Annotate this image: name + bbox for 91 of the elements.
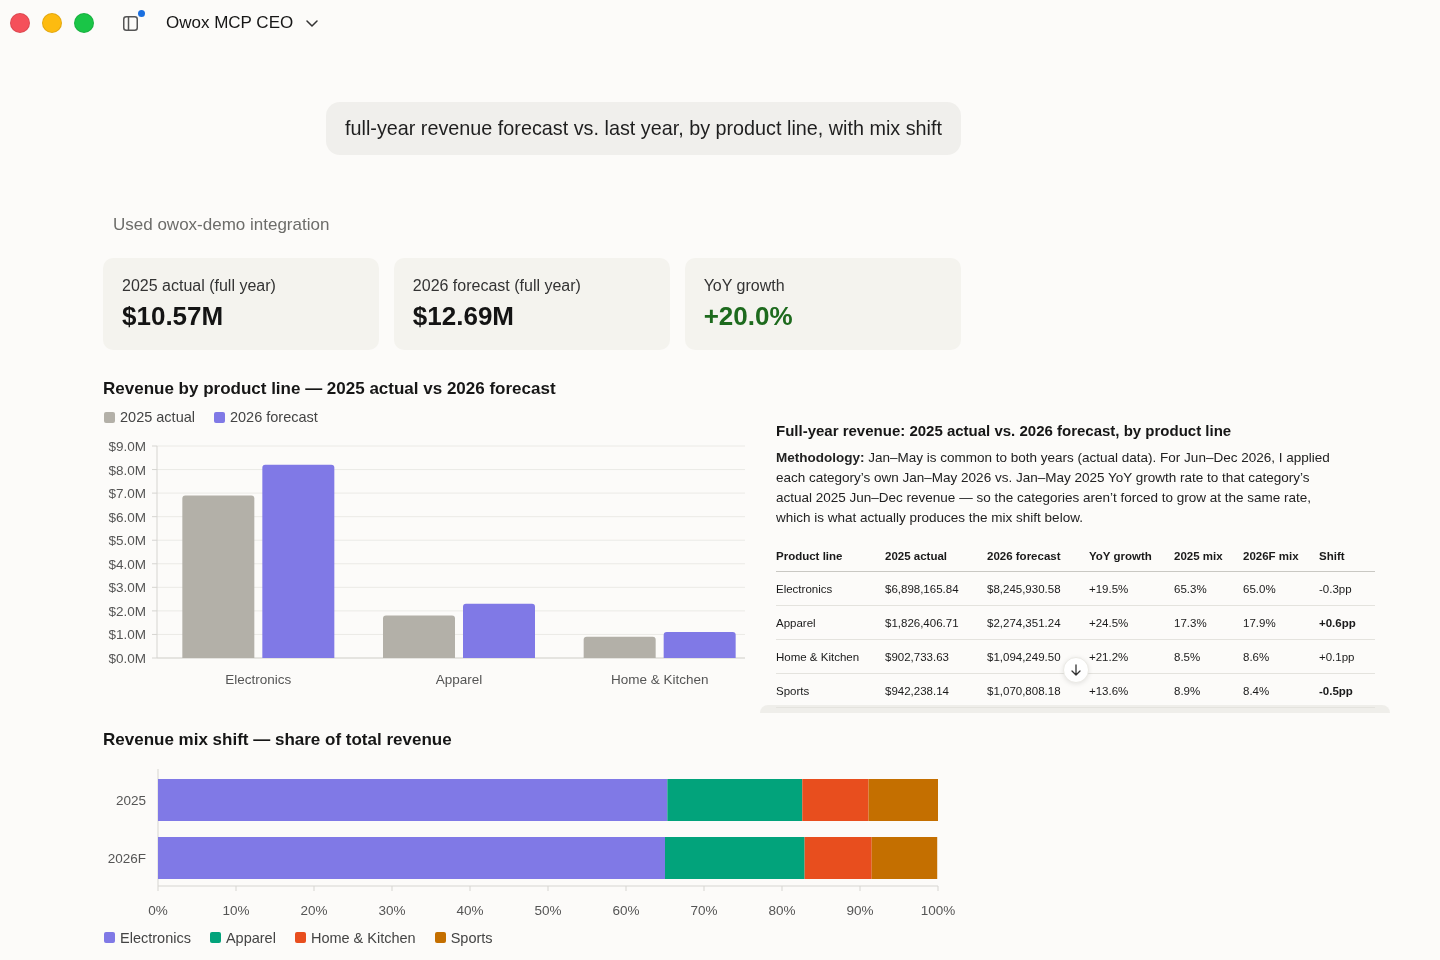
table-cell-text: $942,238.14 (885, 685, 949, 697)
axis-category-label: Home & Kitchen (610, 672, 709, 687)
axis-tick-label: 90% (846, 902, 874, 918)
summary-heading: Full-year revenue: 2025 actual vs. 2026 forecast, by product line (776, 421, 1232, 441)
table-cell-text: 8.4% (1243, 685, 1270, 697)
axis-tick-label: 70% (690, 902, 718, 918)
axis-tick-label: $4.0M (108, 556, 146, 572)
table-cell-text: 8.9% (1174, 685, 1201, 697)
table-cell-text: +24.5% (1089, 617, 1129, 629)
user-message-bubble: full-year revenue forecast vs. last year, by product line, with mix shift (326, 102, 961, 155)
table-cell-text: $6,898,165.84 (885, 583, 959, 595)
legend-label: Sports (450, 928, 493, 947)
integration-note: Used owox-demo integration (112, 215, 330, 235)
axis-tick-label: $8.0M (108, 462, 146, 478)
table-cell-text: 8.5% (1174, 651, 1201, 663)
sidebar-icon (123, 15, 138, 31)
table-cell-text: $8,245,930.58 (987, 583, 1061, 595)
axis-tick-label: 100% (920, 902, 956, 918)
window-close-button[interactable] (10, 13, 30, 33)
table-cell-text: Sports (776, 685, 810, 697)
axis-tick-label: 50% (534, 902, 562, 918)
table-cell-text: -0.3pp (1319, 583, 1352, 595)
table-header-text: 2025 mix (1174, 550, 1223, 563)
table-header-text: 2026 forecast (987, 550, 1061, 563)
axis-tick-label: 20% (300, 902, 328, 918)
axis-tick-label: 60% (612, 902, 640, 918)
window-minimize-button[interactable] (42, 13, 62, 33)
table-cell-text: +21.2% (1089, 651, 1129, 663)
axis-category-label: 2026F (107, 850, 146, 866)
axis-tick-label: 80% (768, 902, 796, 918)
table-cell-text: -0.5pp (1319, 685, 1353, 697)
chart-title: Revenue mix shift — share of total revenue (103, 728, 452, 751)
scroll-down-button[interactable] (1063, 657, 1089, 683)
axis-tick-label: 40% (456, 902, 484, 918)
methodology-paragraph: Methodology: Jan–May is common to both years (actual data). For Jun–Dec 2026, I applied each category’s own Jan–May 2026 vs. Jan–May 2025 YoY growth rate to that category’s actual 2025 Jun–Dec revenue — so the categories aren’t forced to grow at the same rate, which is what actually produces the mix shift below. (776, 449, 1331, 527)
legend-label: Electronics (120, 928, 191, 947)
table-cell-text: +0.6pp (1319, 617, 1356, 629)
legend-label: 2026 forecast (230, 408, 318, 426)
axis-tick-label: 10% (222, 902, 250, 918)
window-zoom-button[interactable] (74, 13, 94, 33)
table-cell-text: +0.1pp (1319, 651, 1355, 663)
table-header-text: 2026F mix (1243, 550, 1299, 563)
axis-tick-label: $3.0M (108, 580, 146, 596)
table-cell-text: +19.5% (1089, 583, 1129, 595)
table-header-text: YoY growth (1089, 550, 1152, 563)
table-cell-text: 65.0% (1243, 583, 1276, 595)
axis-tick-label: $2.0M (108, 603, 146, 619)
table-header-text: 2025 actual (885, 550, 947, 563)
table-cell-text: $2,274,351.24 (987, 617, 1061, 629)
axis-category-label: Electronics (225, 672, 292, 687)
axis-category-label: 2025 (115, 792, 146, 808)
chart-bar (383, 615, 455, 658)
table-cell-text: 65.3% (1174, 583, 1207, 595)
table-cell-text: $1,826,406.71 (885, 617, 959, 629)
chart-bar (871, 836, 938, 879)
axis-category-label: Apparel (435, 672, 483, 687)
chart-title: Revenue by product line — 2025 actual vs 2026 forecast (103, 378, 556, 400)
kpi-value: $12.69M (412, 301, 514, 331)
axis-tick-label: $6.0M (108, 509, 146, 525)
kpi-label: 2025 actual (full year) (122, 276, 276, 296)
axis-tick-label: $9.0M (108, 439, 146, 454)
axis-tick-label: $1.0M (108, 627, 146, 643)
table-cell-text: Apparel (776, 617, 816, 629)
table-cell-text: 17.9% (1243, 617, 1276, 629)
kpi-label: YoY growth (703, 276, 785, 296)
chart-bar (463, 603, 535, 658)
axis-tick-label: $7.0M (108, 486, 146, 502)
table-header-text: Shift (1319, 550, 1345, 563)
table-cell-text: +13.6% (1089, 685, 1129, 697)
table-cell-text: $1,094,249.50 (987, 651, 1061, 663)
legend-label: Home & Kitchen (310, 928, 416, 947)
table-cell-text: Home & Kitchen (776, 651, 860, 663)
workspace-dropdown[interactable]: Owox MCP CEO (166, 13, 319, 33)
axis-tick-label: $0.0M (108, 651, 146, 666)
arrow-down-icon (1071, 664, 1081, 676)
table-header-text: Product line (776, 550, 843, 563)
table-cell-text: Electronics (776, 583, 833, 595)
table-cell-text: 17.3% (1174, 617, 1207, 629)
chart-bar (868, 778, 938, 821)
axis-tick-label: 0% (148, 902, 168, 918)
table-cell-text: 8.6% (1243, 651, 1270, 663)
axis-tick-label: $5.0M (108, 533, 146, 549)
legend-label: Apparel (225, 928, 276, 947)
table-cell-text: $902,733.63 (885, 651, 949, 663)
legend-label: 2025 actual (120, 408, 195, 426)
kpi-label: 2026 forecast (full year) (412, 276, 581, 296)
chevron-down-icon (306, 19, 319, 27)
table-cell-text: $1,070,808.18 (987, 685, 1061, 697)
kpi-value: $10.57M (122, 301, 224, 331)
kpi-value: +20.0% (703, 301, 793, 331)
axis-tick-label: 30% (378, 902, 406, 918)
